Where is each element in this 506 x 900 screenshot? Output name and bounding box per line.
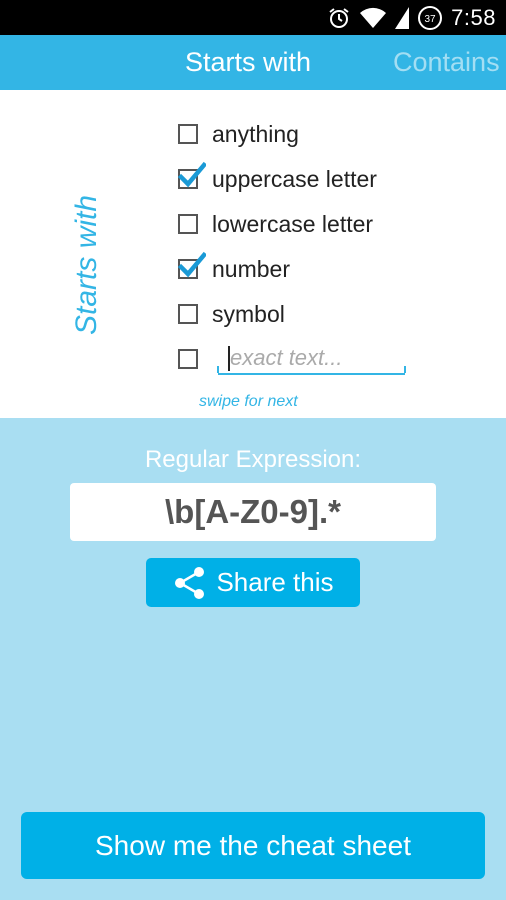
share-icon (175, 566, 205, 599)
svg-text:37: 37 (425, 14, 437, 25)
checkbox-number[interactable] (178, 251, 206, 279)
check-icon (178, 161, 206, 188)
option-symbol[interactable]: symbol (178, 297, 285, 331)
option-number[interactable]: number (178, 251, 290, 286)
share-label: Share this (216, 567, 334, 597)
status-bar: 37 7:58 (0, 0, 506, 35)
checkbox-symbol[interactable] (178, 304, 198, 324)
option-lowercase-letter[interactable]: lowercase letter (178, 207, 373, 241)
exact-text-placeholder: exact text... (230, 345, 343, 370)
cheat-sheet-button[interactable]: Show me the cheat sheet (21, 812, 485, 879)
checkbox-exact-text[interactable] (178, 349, 198, 369)
check-icon (178, 251, 206, 278)
option-uppercase-letter[interactable]: uppercase letter (178, 161, 377, 196)
option-label: uppercase letter (212, 165, 377, 192)
battery-icon: 37 (417, 5, 443, 31)
share-button[interactable]: Share this (146, 558, 360, 607)
checkbox-lowercase-letter[interactable] (178, 214, 198, 234)
option-label: lowercase letter (212, 210, 374, 237)
alarm-icon (327, 6, 351, 30)
option-anything[interactable]: anything (178, 117, 299, 151)
tab-starts-with[interactable]: Starts with (185, 47, 311, 78)
section-title: Starts with (70, 194, 103, 335)
signal-icon (395, 7, 410, 29)
status-icons: 37 7:58 (327, 4, 496, 32)
tab-contains[interactable]: Contains (393, 47, 500, 78)
option-label: symbol (212, 300, 285, 327)
exact-text-input[interactable]: exact text... (217, 343, 406, 375)
checkbox-uppercase-letter[interactable] (178, 161, 206, 189)
option-label: anything (212, 120, 299, 147)
clock: 7:58 (451, 5, 496, 30)
tab-bar: Starts with Contains (0, 35, 506, 90)
regex-output: \b[A-Z0-9].* (70, 483, 436, 541)
wifi-icon (359, 7, 387, 29)
checkbox-anything[interactable] (178, 124, 198, 144)
regex-label: Regular Expression: (144, 446, 362, 473)
swipe-hint: swipe for next (199, 393, 298, 410)
option-label: number (212, 255, 290, 282)
regex-value: \b[A-Z0-9].* (165, 493, 341, 530)
option-exact-text[interactable] (178, 342, 212, 376)
